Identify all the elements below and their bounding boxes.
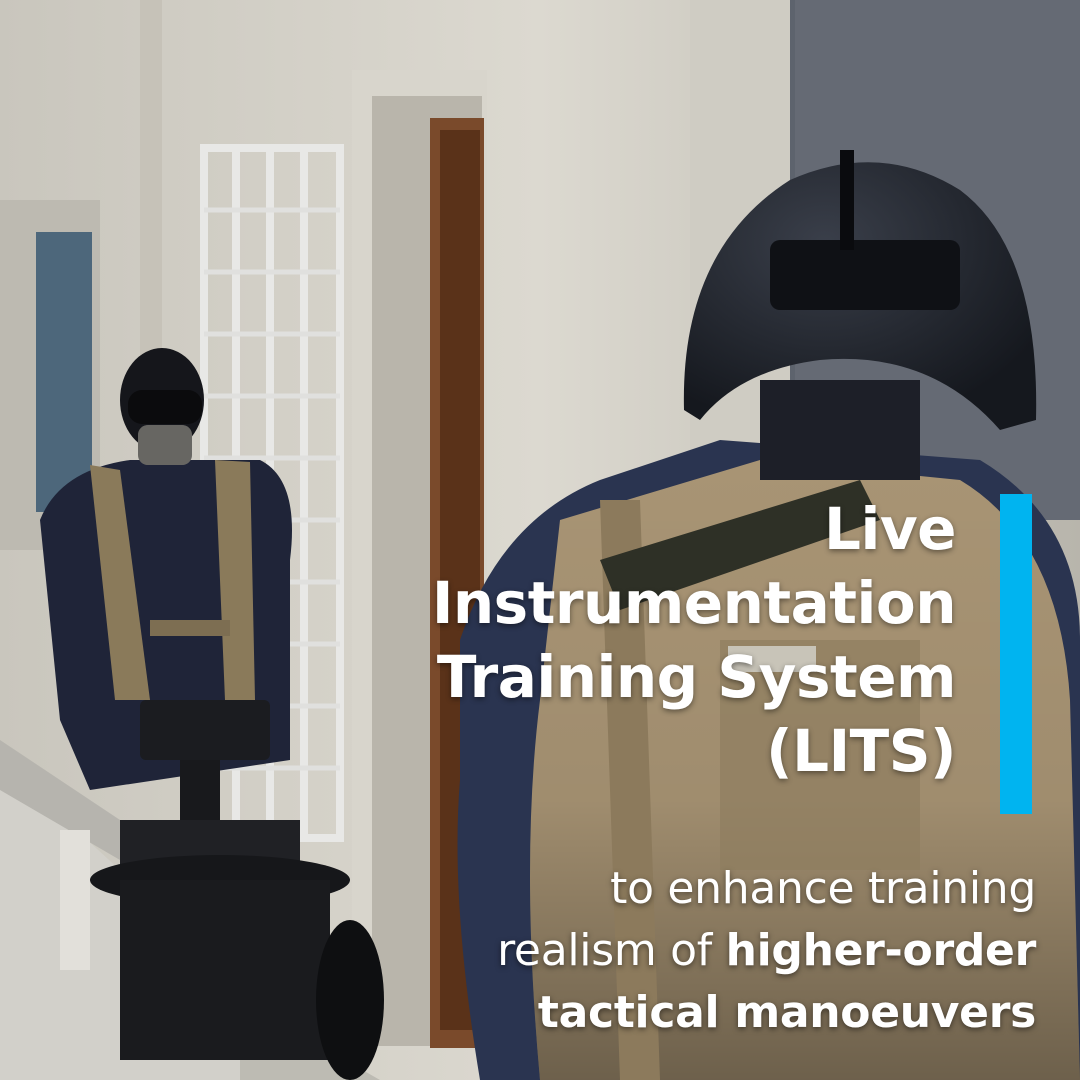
headline-line-1: Live (824, 495, 956, 563)
subheadline-line-1: to enhance training (610, 863, 1036, 914)
subheadline-line-2-bold: higher-order (725, 925, 1037, 976)
post-image: Live Instrumentation Training System (LI… (0, 0, 1080, 1080)
headline: Live Instrumentation Training System (LI… (196, 492, 957, 788)
subheadline-line-2: realism of higher-order (216, 920, 1036, 982)
headline-line-2: Instrumentation (431, 569, 957, 637)
subheadline-line-3: tactical manoeuvers (537, 987, 1036, 1038)
accent-bar (1000, 494, 1032, 814)
subheadline: to enhance training realism of higher-or… (216, 858, 1036, 1044)
headline-line-4: (LITS) (766, 717, 956, 785)
subheadline-line-2-regular: realism of (497, 925, 726, 976)
headline-line-3: Training System (436, 643, 957, 711)
